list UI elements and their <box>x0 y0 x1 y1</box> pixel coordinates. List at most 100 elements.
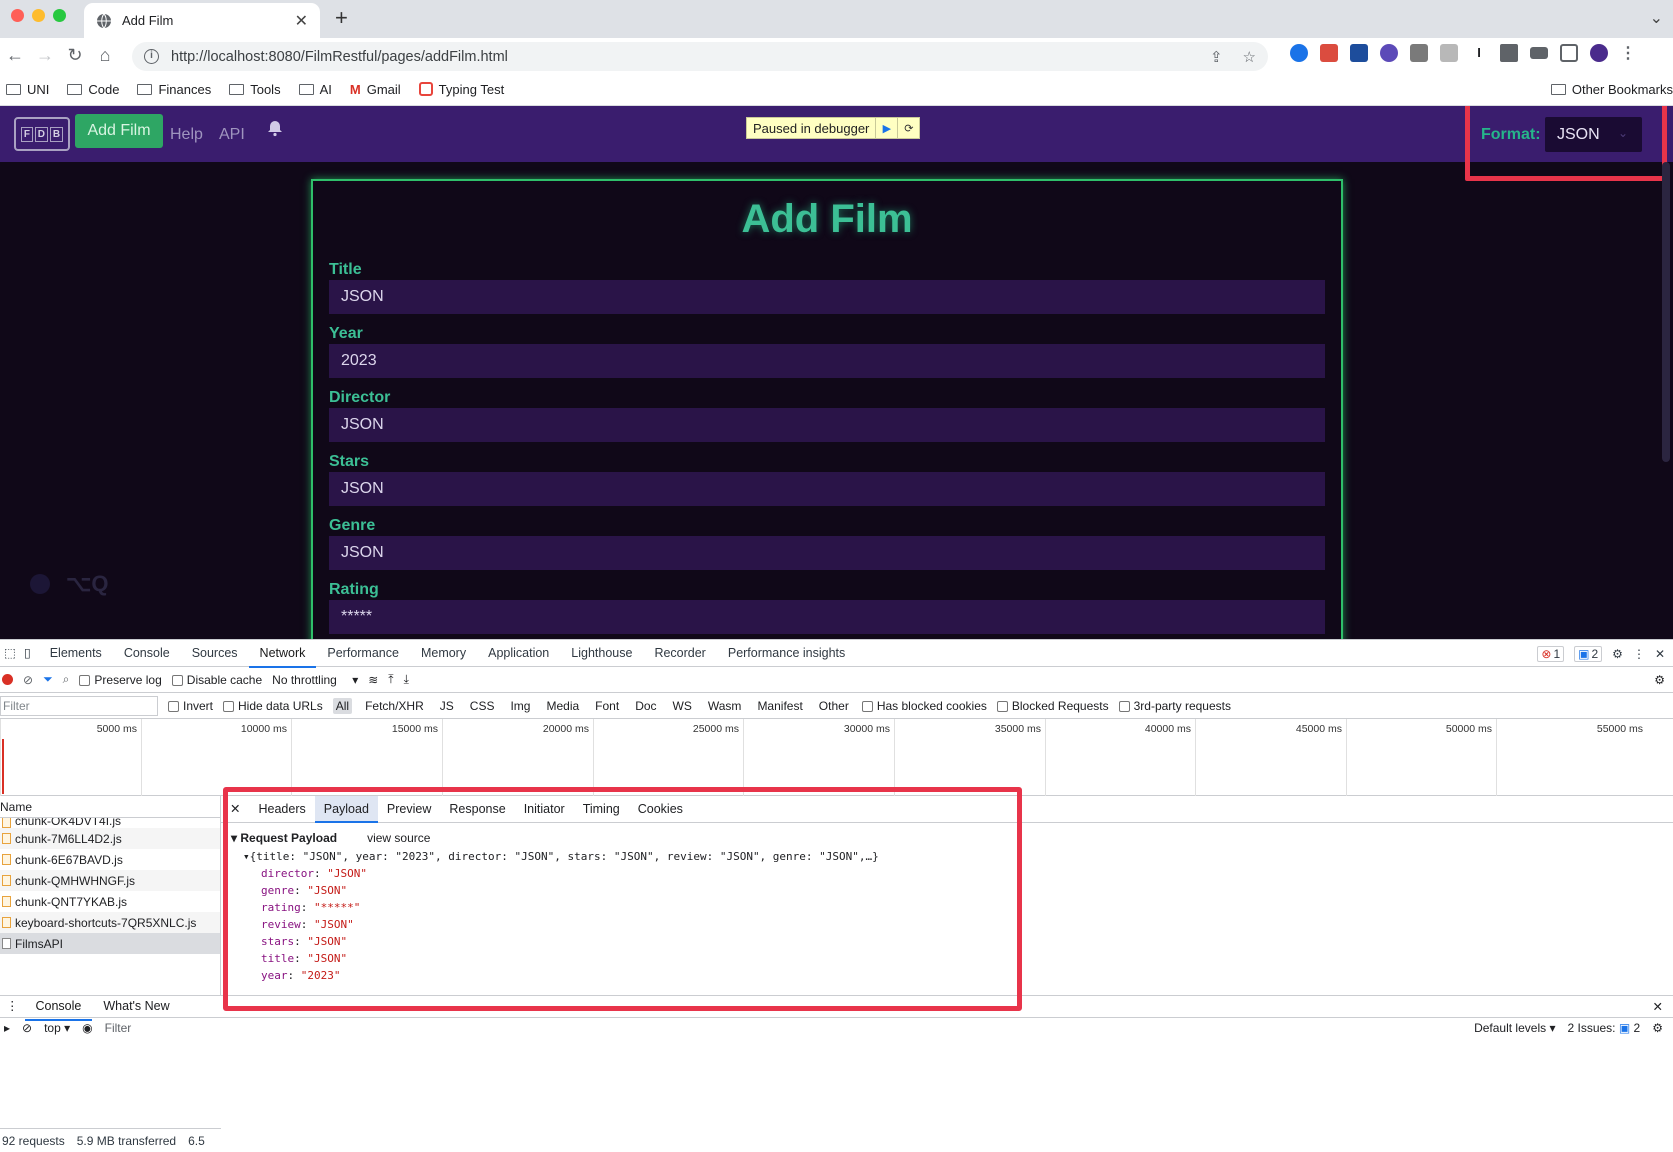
tab-recorder[interactable]: Recorder <box>643 640 716 667</box>
browser-tab[interactable]: Add Film ✕ <box>84 3 320 38</box>
console-settings-icon[interactable]: ⚙ <box>1652 1021 1663 1035</box>
search-icon[interactable]: ⌕ <box>63 672 70 687</box>
throttling-select[interactable]: No throttling ▾ <box>272 673 358 687</box>
record-icon[interactable] <box>2 674 13 685</box>
zoom-window-button[interactable] <box>53 9 66 22</box>
filter-type-manifest[interactable]: Manifest <box>754 698 805 714</box>
close-drawer-icon[interactable]: ✕ <box>1653 999 1663 1014</box>
kebab-menu-icon[interactable]: ⋮ <box>1620 43 1636 63</box>
preserve-log-checkbox[interactable]: Preserve log <box>79 673 162 687</box>
filter-type-doc[interactable]: Doc <box>632 698 659 714</box>
share-icon[interactable]: ⇪ <box>1210 48 1223 66</box>
reading-list-icon[interactable] <box>1530 47 1548 59</box>
console-filter-input[interactable]: Filter <box>105 1021 132 1035</box>
forward-icon[interactable]: → <box>30 45 60 66</box>
bookmark-uni[interactable]: UNI <box>6 82 49 97</box>
genre-input[interactable]: JSON <box>329 536 1325 570</box>
filter-type-css[interactable]: CSS <box>467 698 498 714</box>
resume-icon[interactable]: ▶ <box>875 118 897 138</box>
other-bookmarks[interactable]: Other Bookmarks <box>1550 73 1673 106</box>
blocked-requests-checkbox[interactable]: Blocked Requests <box>996 699 1109 713</box>
message-badge[interactable]: ▣ 2 <box>1574 645 1603 662</box>
info-icon[interactable]: i <box>144 49 159 64</box>
hide-data-urls-checkbox[interactable]: Hide data URLs <box>223 699 323 713</box>
invert-checkbox[interactable]: Invert <box>168 699 213 713</box>
new-tab-button[interactable]: + <box>335 5 348 31</box>
bookmark-gmail[interactable]: M Gmail <box>350 82 401 97</box>
device-toolbar-icon[interactable]: ▯ <box>20 640 39 667</box>
list-item[interactable]: chunk-QNT7YKAB.js <box>0 891 220 912</box>
page-scrollbar[interactable] <box>1662 162 1670 462</box>
tab-lighthouse[interactable]: Lighthouse <box>560 640 643 667</box>
filter-type-all[interactable]: All <box>332 697 353 714</box>
name-column-header[interactable]: Name <box>0 796 220 818</box>
filter-type-ws[interactable]: WS <box>670 698 695 714</box>
filter-type-img[interactable]: Img <box>507 698 533 714</box>
inspect-element-icon[interactable]: ⬚ <box>0 640 20 667</box>
tab-sources[interactable]: Sources <box>181 640 249 667</box>
clear-console-icon[interactable]: ⊘ <box>22 1021 32 1035</box>
list-item[interactable]: chunk-QMHWHNGF.js <box>0 870 220 891</box>
filter-type-font[interactable]: Font <box>592 698 622 714</box>
list-item[interactable]: chunk-6E67BAVD.js <box>0 849 220 870</box>
tab-performance[interactable]: Performance <box>316 640 410 667</box>
tab-search-icon[interactable]: ⌄ <box>1650 8 1663 28</box>
bookmark-star-icon[interactable]: ☆ <box>1243 48 1256 66</box>
nav-help-link[interactable]: Help <box>170 126 203 144</box>
filter-icon[interactable]: ⏷ <box>43 672 53 687</box>
drawer-menu-icon[interactable]: ⋮ <box>0 993 25 1020</box>
language-extension-icon[interactable] <box>1380 44 1398 62</box>
minimize-window-button[interactable] <box>32 9 45 22</box>
bookmark-code[interactable]: Code <box>67 82 119 97</box>
context-select[interactable]: top ▾ <box>44 1021 70 1035</box>
filter-type-media[interactable]: Media <box>543 698 582 714</box>
fdb-logo[interactable]: F D B <box>14 117 70 151</box>
nav-api-link[interactable]: API <box>219 126 245 144</box>
bookmark-ai[interactable]: AI <box>298 82 332 97</box>
nav-add-film-button[interactable]: Add Film <box>75 114 163 148</box>
tab-network[interactable]: Network <box>248 640 317 668</box>
list-item[interactable]: chunk-7M6LL4D2.js <box>0 828 220 849</box>
back-icon[interactable]: ← <box>0 45 30 66</box>
filter-input[interactable]: Filter <box>0 695 158 716</box>
error-badge[interactable]: ⊗ 1 <box>1537 645 1565 662</box>
tab-memory[interactable]: Memory <box>410 640 477 667</box>
password-extension-icon[interactable] <box>1290 44 1308 62</box>
clear-icon[interactable]: ⊘ <box>23 673 33 687</box>
close-tab-icon[interactable]: ✕ <box>295 11 308 31</box>
bookmark-finances[interactable]: Finances <box>137 82 211 97</box>
home-icon[interactable]: ⌂ <box>90 45 120 66</box>
director-input[interactable]: JSON <box>329 408 1325 442</box>
filter-type-wasm[interactable]: Wasm <box>705 698 745 714</box>
bell-icon[interactable] <box>266 119 284 137</box>
tab-elements[interactable]: Elements <box>39 640 113 667</box>
close-window-button[interactable] <box>11 9 24 22</box>
side-panel-icon[interactable] <box>1560 44 1578 62</box>
filter-type-other[interactable]: Other <box>816 698 852 714</box>
year-input[interactable]: 2023 <box>329 344 1325 378</box>
tab-performance-insights[interactable]: Performance insights <box>717 640 856 667</box>
rating-input[interactable]: ***** <box>329 600 1325 634</box>
tab-console[interactable]: Console <box>113 640 181 667</box>
network-settings-icon[interactable]: ⚙ <box>1654 673 1665 687</box>
network-timeline[interactable]: 5000 ms 10000 ms 15000 ms 20000 ms 25000… <box>0 719 1673 796</box>
blocked-cookies-checkbox[interactable]: Has blocked cookies <box>861 699 987 713</box>
close-devtools-icon[interactable]: ✕ <box>1655 647 1665 661</box>
quick-access-badge[interactable]: ⌥Q <box>30 571 108 597</box>
list-item[interactable]: chunk-OK4DVT4I.js <box>0 818 220 828</box>
puzzle-icon[interactable] <box>1500 44 1518 62</box>
list-item[interactable]: FilmsAPI <box>0 933 220 954</box>
address-bar[interactable]: i http://localhost:8080/FilmRestful/page… <box>132 42 1268 71</box>
step-over-icon[interactable]: ⟳ <box>897 118 919 138</box>
issues-link[interactable]: 2 Issues: ▣ 2 <box>1567 1021 1640 1035</box>
stars-input[interactable]: JSON <box>329 472 1325 506</box>
url-text[interactable]: http://localhost:8080/FilmRestful/pages/… <box>171 49 508 65</box>
todoist-extension-icon[interactable] <box>1320 44 1338 62</box>
grammar-extension-icon[interactable] <box>1410 44 1428 62</box>
eye-icon[interactable]: ◉ <box>82 1021 92 1035</box>
filter-type-fetch[interactable]: Fetch/XHR <box>362 698 427 714</box>
filter-type-js[interactable]: JS <box>437 698 457 714</box>
devtools-kebab-icon[interactable]: ⋮ <box>1633 647 1645 661</box>
tab-application[interactable]: Application <box>477 640 560 667</box>
title-input[interactable]: JSON <box>329 280 1325 314</box>
